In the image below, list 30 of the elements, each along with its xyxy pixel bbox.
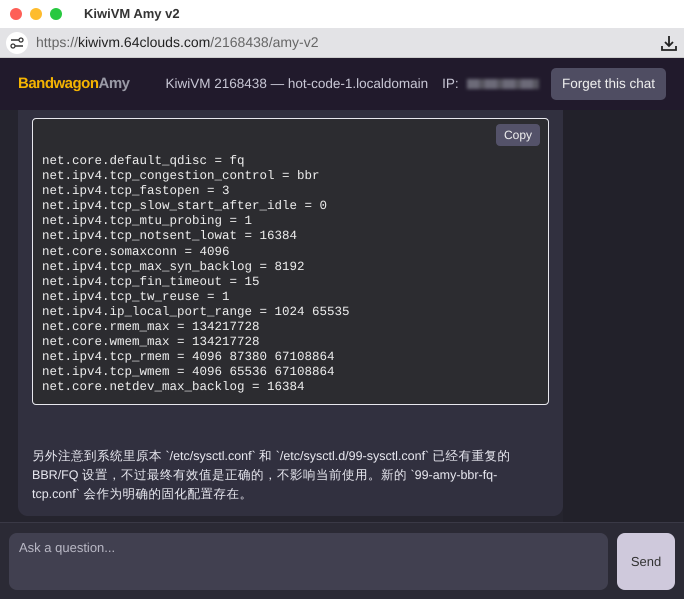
maximize-icon[interactable] (50, 8, 62, 20)
question-field[interactable]: Ask a question... (9, 533, 608, 590)
close-icon[interactable] (10, 8, 22, 20)
logo[interactable]: BandwagonAmy (18, 72, 130, 96)
code-line: net.ipv4.tcp_wmem = 4096 65536 67108864 (42, 365, 336, 380)
code-line: net.core.netdev_max_backlog = 16384 (42, 380, 306, 396)
code-line: net.core.wmem_max = 134217728 (42, 335, 261, 350)
code-line: net.core.somaxconn = 4096 (42, 244, 231, 260)
code-line: net.ipv4.tcp_slow_start_after_idle = 0 (42, 199, 328, 214)
code-line: net.ipv4.tcp_congestion_control = bbr (42, 169, 321, 184)
window-title: KiwiVM Amy v2 (84, 5, 180, 24)
code-line: net.ipv4.tcp_mtu_probing = 1 (42, 214, 254, 230)
code-line: net.core.default_qdisc = fq (42, 154, 246, 170)
site-settings-icon[interactable] (6, 32, 28, 54)
server-name: KiwiVM 2168438 — hot-code-1.localdomain (166, 74, 428, 93)
code-line: net.core.rmem_max = 134217728 (42, 320, 261, 336)
code-line: net.ipv4.tcp_rmem = 4096 87380 67108864 (42, 350, 336, 366)
minimize-icon[interactable] (30, 8, 42, 20)
download-icon[interactable] (660, 34, 678, 52)
send-button[interactable]: Send (617, 533, 675, 590)
message-text: 另外注意到系统里原本 `/etc/sysctl.conf` 和 `/etc/sysctl.d/99-sysctl.conf` 已经有重复的 BBR/FQ 设置，不过最终有效值是正确的，不影响当前使用。新的 `99-amy-bbr-fq-tcp.conf` 会作为明确的固化配置存在。 (32, 448, 512, 503)
code-line: net.ipv4.tcp_max_syn_backlog = 8192 (42, 260, 306, 275)
copy-button[interactable]: Copy (496, 124, 540, 146)
code-line: net.ipv4.tcp_fin_timeout = 15 (42, 274, 261, 290)
code-line: net.ipv4.tcp_tw_reuse = 1 (42, 290, 231, 305)
code-line: net.ipv4.tcp_fastopen = 3 (42, 184, 231, 200)
code-line: net.ipv4.ip_local_port_range = 1024 65535 (42, 304, 351, 320)
forget-chat-button[interactable]: Forget this chat (550, 68, 666, 100)
ip-label: IP: (442, 74, 459, 93)
code-line: net.ipv4.tcp_notsent_lowat = 16384 (42, 229, 298, 245)
